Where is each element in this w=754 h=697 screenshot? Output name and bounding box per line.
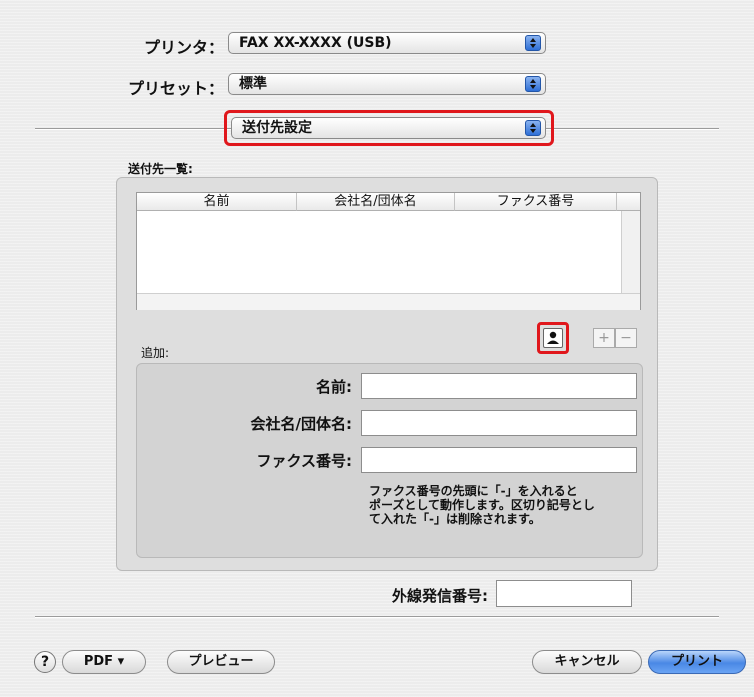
outside-line-field[interactable]: [496, 580, 632, 607]
printer-label: プリンタ：: [143, 38, 224, 57]
add-group: 名前: 会社名/団体名: ファクス番号: ファクス番号の先頭に「-」を入れると …: [136, 363, 643, 558]
fax-number-field[interactable]: [361, 447, 637, 473]
add-section-title: 追加:: [141, 346, 170, 360]
column-header-company[interactable]: 会社名/団体名: [297, 193, 455, 211]
preset-popup-value: 標準: [239, 76, 267, 92]
popup-arrows-icon: [525, 76, 541, 92]
preset-popup[interactable]: 標準: [228, 73, 546, 95]
name-label: 名前:: [316, 378, 352, 396]
fax-number-label: ファクス番号:: [256, 452, 352, 470]
company-label: 会社名/団体名:: [250, 415, 352, 433]
fax-note-line-2: ポーズとして動作します。区切り記号とし: [369, 498, 595, 512]
fax-note-line-3: て入れた「-」は削除されます。: [369, 512, 541, 526]
column-header-fax[interactable]: ファクス番号: [455, 193, 617, 211]
name-field[interactable]: [361, 373, 637, 399]
table-vertical-scrollbar[interactable]: [621, 211, 640, 293]
preview-button[interactable]: プレビュー: [167, 650, 275, 674]
company-field[interactable]: [361, 410, 637, 436]
recipient-table[interactable]: 名前 会社名/団体名 ファクス番号: [136, 192, 641, 310]
address-book-highlight: [537, 322, 569, 354]
help-icon: ?: [40, 654, 50, 670]
column-header-spacer: [617, 193, 640, 211]
recipient-group: 名前 会社名/団体名 ファクス番号 + − 追加: 名前: 会社名/団体名: フ…: [116, 177, 658, 571]
cancel-button[interactable]: キャンセル: [532, 650, 642, 674]
pdf-button[interactable]: PDF ▾: [62, 650, 146, 674]
outside-line-label: 外線発信番号:: [392, 587, 488, 605]
printer-popup-value: FAX XX-XXXX (USB): [239, 35, 392, 51]
remove-button[interactable]: −: [615, 328, 637, 348]
highlight-frame: [224, 110, 554, 146]
bottom-separator: [35, 616, 719, 618]
help-button[interactable]: ?: [34, 651, 56, 673]
add-button[interactable]: +: [593, 328, 615, 348]
column-header-name[interactable]: 名前: [137, 193, 297, 211]
fax-note: ファクス番号の先頭に「-」を入れると ポーズとして動作します。区切り記号とし て…: [369, 484, 639, 526]
recipient-list-title: 送付先一覧:: [128, 162, 193, 176]
print-button[interactable]: プリント: [648, 650, 746, 674]
table-horizontal-scrollbar[interactable]: [137, 293, 640, 310]
printer-popup[interactable]: FAX XX-XXXX (USB): [228, 32, 546, 54]
popup-arrows-icon: [525, 35, 541, 51]
fax-note-line-1: ファクス番号の先頭に「-」を入れると: [369, 484, 578, 498]
preset-label: プリセット：: [127, 79, 224, 98]
